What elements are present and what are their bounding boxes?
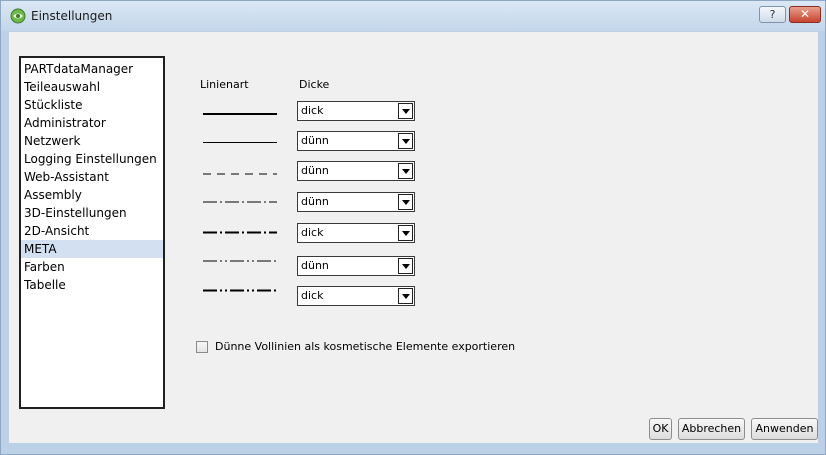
nav-item-farben[interactable]: Farben (21, 258, 163, 276)
thickness-select-value: dünn (301, 259, 329, 272)
nav-item-administrator[interactable]: Administrator (21, 114, 163, 132)
app-icon (10, 8, 26, 24)
thickness-select-2[interactable]: dünn (297, 131, 415, 151)
linetype-header: Linienart (200, 78, 249, 91)
chevron-down-icon[interactable] (398, 225, 413, 241)
thickness-select-1[interactable]: dick (297, 101, 415, 121)
line-sample-dashdot-thin (203, 201, 277, 203)
thickness-select-value: dick (301, 104, 324, 117)
thickness-select-value: dünn (301, 195, 329, 208)
chevron-down-icon[interactable] (398, 133, 413, 149)
chevron-down-icon[interactable] (398, 288, 413, 304)
thickness-select-value: dünn (301, 164, 329, 177)
thickness-select-value: dünn (301, 134, 329, 147)
export-cosmetic-checkbox[interactable] (196, 341, 208, 353)
chevron-down-icon[interactable] (398, 258, 413, 274)
title-bar[interactable]: Einstellungen ? ✕ (1, 1, 825, 31)
help-icon: ? (769, 8, 776, 21)
thickness-select-value: dick (301, 289, 324, 302)
nav-item-stueckliste[interactable]: Stückliste (21, 96, 163, 114)
window-title: Einstellungen (31, 9, 113, 23)
close-icon: ✕ (799, 7, 811, 21)
chevron-down-icon[interactable] (398, 194, 413, 210)
line-sample-dashdot-thick (203, 231, 277, 234)
thickness-select-5[interactable]: dick (297, 223, 415, 243)
help-button[interactable]: ? (759, 6, 786, 23)
line-sample-solid-thin (203, 142, 277, 143)
line-sample-dashed-thin (203, 173, 277, 175)
chevron-down-icon[interactable] (398, 163, 413, 179)
close-button[interactable]: ✕ (789, 6, 821, 23)
nav-item-3d-einstellungen[interactable]: 3D-Einstellungen (21, 204, 163, 222)
settings-category-list[interactable]: PARTdataManager Teileauswahl Stückliste … (19, 56, 165, 409)
nav-item-partdatamanager[interactable]: PARTdataManager (21, 60, 163, 78)
thickness-select-6[interactable]: dünn (297, 256, 415, 276)
thickness-select-value: dick (301, 226, 324, 239)
thickness-select-3[interactable]: dünn (297, 161, 415, 181)
line-sample-dashdotdot-thin (203, 260, 277, 262)
chevron-down-icon[interactable] (398, 103, 413, 119)
nav-item-meta[interactable]: META (21, 240, 163, 258)
cancel-button[interactable]: Abbrechen (678, 418, 745, 440)
apply-button[interactable]: Anwenden (751, 418, 818, 440)
nav-item-netzwerk[interactable]: Netzwerk (21, 132, 163, 150)
nav-item-tabelle[interactable]: Tabelle (21, 276, 163, 294)
line-sample-dashdotdot-thick (203, 289, 277, 292)
nav-item-web-assistant[interactable]: Web-Assistant (21, 168, 163, 186)
nav-item-assembly[interactable]: Assembly (21, 186, 163, 204)
ok-button[interactable]: OK (649, 418, 672, 440)
line-sample-solid-thick (203, 113, 277, 115)
export-cosmetic-label[interactable]: Dünne Vollinien als kosmetische Elemente… (215, 340, 515, 353)
nav-item-teileauswahl[interactable]: Teileauswahl (21, 78, 163, 96)
thickness-select-7[interactable]: dick (297, 286, 415, 306)
nav-item-logging[interactable]: Logging Einstellungen (21, 150, 163, 168)
nav-item-2d-ansicht[interactable]: 2D-Ansicht (21, 222, 163, 240)
thickness-select-4[interactable]: dünn (297, 192, 415, 212)
thickness-header: Dicke (299, 78, 330, 91)
